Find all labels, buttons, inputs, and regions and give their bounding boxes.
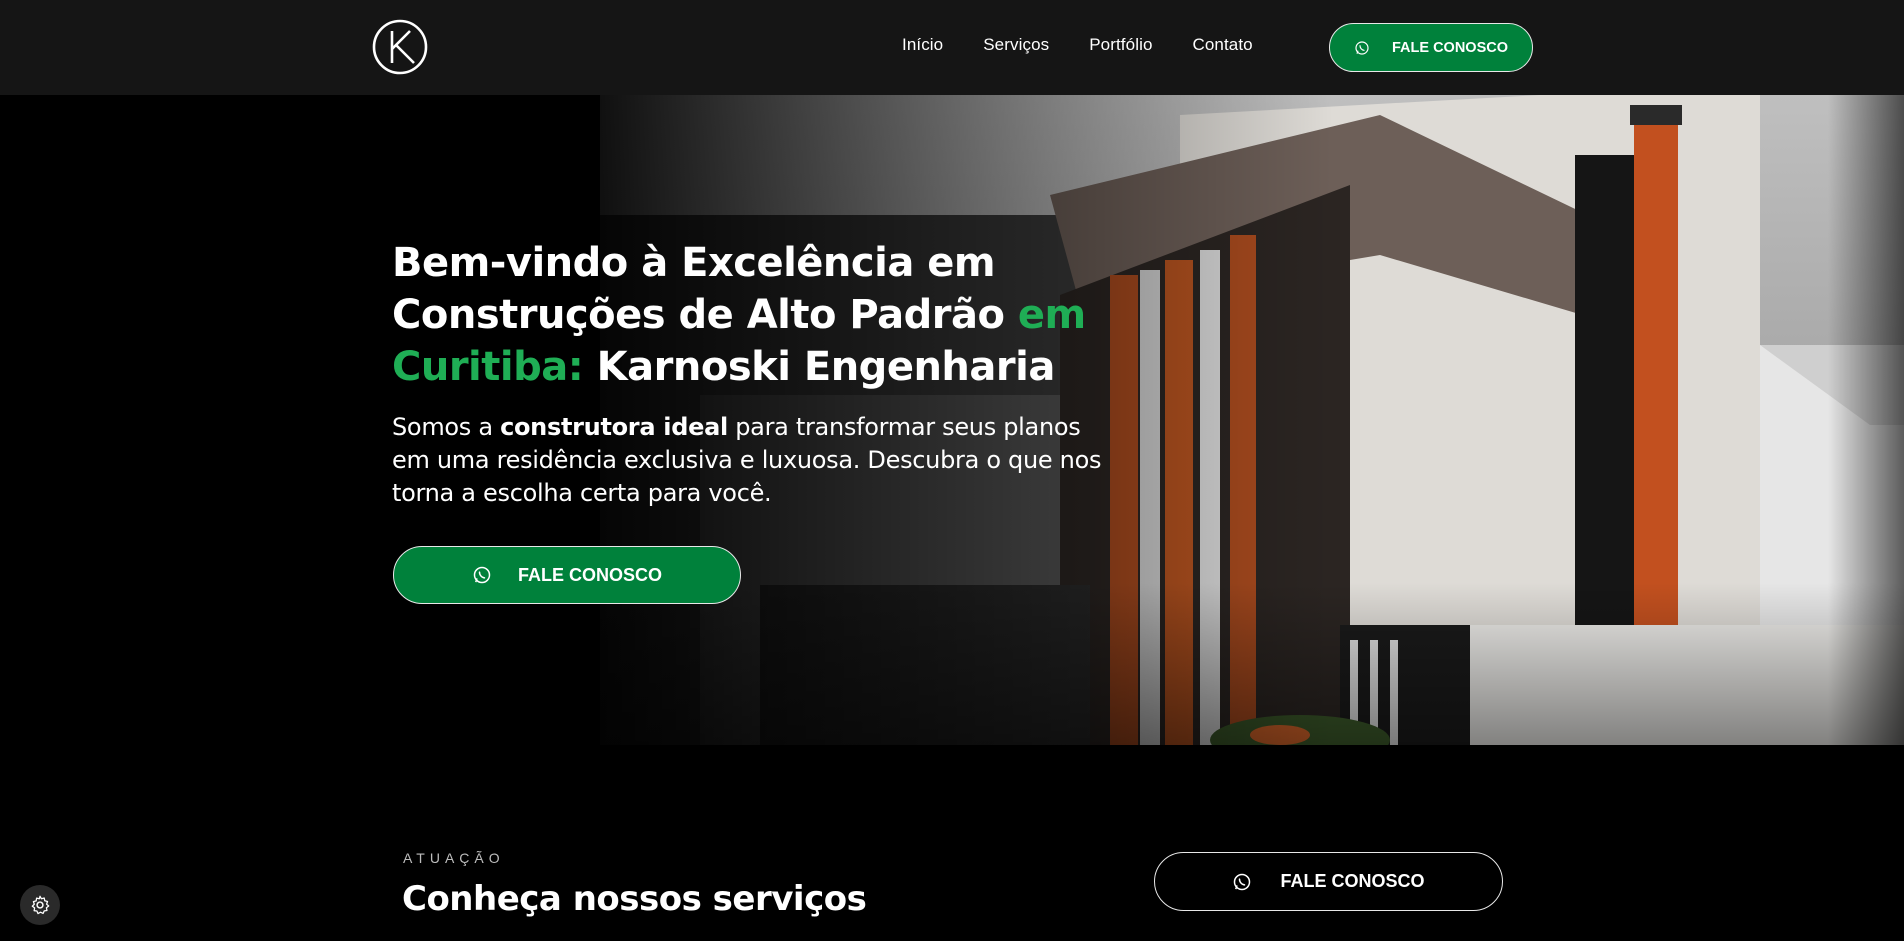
hero-section: Bem-vindo à Excelência em Construções de… xyxy=(0,95,1904,745)
whatsapp-icon xyxy=(1355,40,1369,55)
services-section: ATUAÇÃO Conheça nossos serviços FALE CON… xyxy=(0,745,1904,941)
whatsapp-icon xyxy=(473,566,491,584)
hero-title-part1: Bem-vindo à Excelência em Construções de… xyxy=(392,240,1018,338)
services-title: Conheça nossos serviços xyxy=(402,879,867,919)
header-contact-button[interactable]: FALE CONOSCO xyxy=(1329,23,1533,72)
hero-title-part2: Karnoski Engenharia xyxy=(583,344,1056,390)
header-contact-label: FALE CONOSCO xyxy=(1391,39,1508,56)
nav-portfolio[interactable]: Portfólio xyxy=(1089,35,1152,55)
services-contact-button[interactable]: FALE CONOSCO xyxy=(1154,852,1503,911)
hero-contact-button[interactable]: FALE CONOSCO xyxy=(393,546,741,604)
hero-description: Somos a construtora ideal para transform… xyxy=(392,411,1122,510)
gear-icon xyxy=(31,895,50,915)
k-monogram-logo[interactable] xyxy=(372,19,428,75)
site-header: Início Serviços Portfólio Contato FALE C… xyxy=(0,0,1904,95)
nav-contato[interactable]: Contato xyxy=(1193,35,1253,55)
hero-title: Bem-vindo à Excelência em Construções de… xyxy=(392,237,1112,393)
hero-text-part1: Somos a xyxy=(392,413,501,441)
services-contact-label: FALE CONOSCO xyxy=(1280,871,1425,891)
nav-servicos[interactable]: Serviços xyxy=(983,35,1049,55)
nav-inicio[interactable]: Início xyxy=(902,35,943,55)
main-nav: Início Serviços Portfólio Contato xyxy=(902,35,1253,55)
whatsapp-icon xyxy=(1234,873,1251,890)
hero-text-bold: construtora ideal xyxy=(500,413,728,441)
services-eyebrow: ATUAÇÃO xyxy=(403,850,505,866)
settings-button[interactable] xyxy=(20,885,60,925)
hero-contact-label: FALE CONOSCO xyxy=(517,564,662,585)
